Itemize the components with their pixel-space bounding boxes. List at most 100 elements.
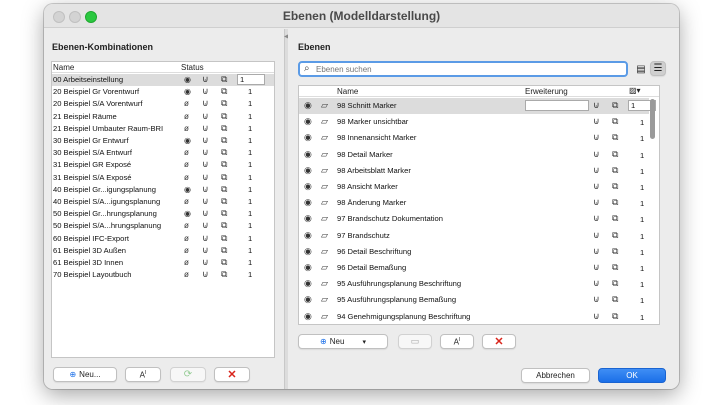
search-input[interactable] [316,64,616,75]
cancel-button[interactable]: Abbrechen [521,368,590,383]
list-item[interactable]: 50 Beispiel Gr...hrungsplanung ◉ ⊍ ⧉ 1 [52,208,274,220]
layer-mode-icon[interactable]: ▱ [321,181,328,192]
wireframe-icon[interactable]: ⧉ [612,311,618,322]
eye-off-icon[interactable]: ø [184,111,189,122]
table-row[interactable]: ◉ ▱ 98 Änderung Marker ⊍ ⧉ 1 [299,195,649,211]
table-row[interactable]: ◉ ▱ 97 Brandschutz Dokumentation ⊍ ⧉ 1 [299,211,649,227]
column-header-name[interactable]: Name [337,87,358,96]
lock-icon[interactable]: ⊍ [593,197,600,208]
list-item[interactable]: 50 Beispiel S/A...hrungsplanung ø ⊍ ⧉ 1 [52,220,274,232]
lock-icon[interactable]: ⊍ [593,132,600,143]
delete-combination-button[interactable]: ✕ [214,367,250,382]
rename-combination-button[interactable]: AI [125,367,161,382]
eye-off-icon[interactable]: ø [184,98,189,109]
wireframe-icon[interactable]: ⧉ [221,196,227,207]
lock-icon[interactable]: ⊍ [593,149,600,160]
table-row[interactable]: ◉ ▱ 95 Ausführungsplanung Beschriftung ⊍ ⧉ 1 [299,276,649,292]
wireframe-icon[interactable]: ⧉ [612,230,618,241]
wireframe-icon[interactable]: ⧉ [612,100,618,111]
eye-off-icon[interactable]: ø [184,172,189,183]
table-row[interactable]: ◉ ▱ 97 Brandschutz ⊍ ⧉ 1 [299,228,649,244]
new-layer-button[interactable]: ⊕ Neu ▾ [298,334,388,349]
list-item[interactable]: 31 Beispiel S/A Exposé ø ⊍ ⧉ 1 [52,172,274,184]
lock-icon[interactable]: ⊍ [202,86,209,97]
layer-mode-icon[interactable]: ▱ [321,116,328,127]
list-item[interactable]: 20 Beispiel S/A Vorentwurf ø ⊍ ⧉ 1 [52,98,274,110]
wireframe-icon[interactable]: ⧉ [612,132,618,143]
lock-icon[interactable]: ⊍ [202,184,209,195]
lock-icon[interactable]: ⊍ [202,135,209,146]
table-row[interactable]: ◉ ▱ 98 Ansicht Marker ⊍ ⧉ 1 [299,179,649,195]
new-combination-button[interactable]: ⊕ Neu... [53,367,117,382]
table-row[interactable]: ◉ ▱ 98 Innenansicht Marker ⊍ ⧉ 1 [299,130,649,146]
wireframe-icon[interactable]: ⧉ [612,294,618,305]
wireframe-icon[interactable]: ⧉ [221,220,227,231]
lock-icon[interactable]: ⊍ [593,294,600,305]
table-row[interactable]: ◉ ▱ 96 Detail Beschriftung ⊍ ⧉ 1 [299,244,649,260]
eye-icon[interactable]: ◉ [184,86,191,97]
intersection-group-field[interactable]: 1 [237,74,265,85]
lock-icon[interactable]: ⊍ [593,262,600,273]
wireframe-icon[interactable]: ⧉ [221,208,227,219]
layer-mode-icon[interactable]: ▱ [321,165,328,176]
wireframe-icon[interactable]: ⧉ [221,86,227,97]
wireframe-icon[interactable]: ⧉ [221,135,227,146]
layer-mode-icon[interactable]: ▱ [321,132,328,143]
lock-icon[interactable]: ⊍ [593,100,600,111]
layer-mode-icon[interactable]: ▱ [321,230,328,241]
eye-off-icon[interactable]: ø [184,123,189,134]
table-row[interactable]: ◉ ▱ 98 Schnitt Marker ⊍ ⧉ 1 [299,98,656,115]
table-row[interactable]: ◉ ▱ 98 Marker unsichtbar ⊍ ⧉ 1 [299,114,649,130]
wireframe-icon[interactable]: ⧉ [221,269,227,280]
folder-view-icon[interactable]: ▤ [634,62,648,77]
lock-icon[interactable]: ⊍ [202,147,209,158]
wireframe-icon[interactable]: ⧉ [612,278,618,289]
eye-icon[interactable]: ◉ [184,135,191,146]
layer-mode-icon[interactable]: ▱ [321,278,328,289]
eye-off-icon[interactable]: ø [184,269,189,280]
list-item[interactable]: 31 Beispiel GR Exposé ø ⊍ ⧉ 1 [52,159,274,171]
lock-icon[interactable]: ⊍ [202,159,209,170]
eye-off-icon[interactable]: ø [184,233,189,244]
lock-icon[interactable]: ⊍ [593,213,600,224]
eye-icon[interactable]: ◉ [184,74,191,85]
wireframe-icon[interactable]: ⧉ [221,233,227,244]
eye-icon[interactable]: ◉ [304,311,312,322]
list-item[interactable]: 61 Beispiel 3D Innen ø ⊍ ⧉ 1 [52,257,274,269]
lock-icon[interactable]: ⊍ [593,230,600,241]
eye-icon[interactable]: ◉ [304,294,312,305]
update-combination-button[interactable]: ⟳ [170,367,206,382]
lock-icon[interactable]: ⊍ [202,196,209,207]
wireframe-icon[interactable]: ⧉ [221,245,227,256]
wireframe-icon[interactable]: ⧉ [221,123,227,134]
vertical-scrollbar[interactable] [650,99,655,139]
list-item[interactable]: 61 Beispiel 3D Außen ø ⊍ ⧉ 1 [52,245,274,257]
eye-off-icon[interactable]: ø [184,245,189,256]
eye-off-icon[interactable]: ø [184,196,189,207]
eye-icon[interactable]: ◉ [304,100,312,111]
eye-icon[interactable]: ◉ [304,246,312,257]
pen-set-header-icon[interactable]: ▨▾ [629,86,641,95]
wireframe-icon[interactable]: ⧉ [221,257,227,268]
wireframe-icon[interactable]: ⧉ [612,197,618,208]
wireframe-icon[interactable]: ⧉ [612,165,618,176]
wireframe-icon[interactable]: ⧉ [612,213,618,224]
lock-icon[interactable]: ⊍ [202,233,209,244]
eye-off-icon[interactable]: ø [184,220,189,231]
table-row[interactable]: ◉ ▱ 98 Detail Marker ⊍ ⧉ 1 [299,147,649,163]
layer-mode-icon[interactable]: ▱ [321,262,328,273]
lock-icon[interactable]: ⊍ [593,116,600,127]
wireframe-icon[interactable]: ⧉ [612,262,618,273]
wireframe-icon[interactable]: ⧉ [612,149,618,160]
wireframe-icon[interactable]: ⧉ [221,147,227,158]
layer-mode-icon[interactable]: ▱ [321,311,328,322]
list-view-icon[interactable]: ☰ [650,61,666,76]
table-row[interactable]: ◉ ▱ 94 Genehmigungsplanung Beschriftung ⊍ ⧉ 1 [299,309,649,324]
eye-icon[interactable]: ◉ [304,181,312,192]
wireframe-icon[interactable]: ⧉ [221,111,227,122]
lock-icon[interactable]: ⊍ [202,220,209,231]
lock-icon[interactable]: ⊍ [202,245,209,256]
column-header-name[interactable]: Name [53,63,74,72]
eye-icon[interactable]: ◉ [304,165,312,176]
list-item[interactable]: 20 Beispiel Gr Vorentwurf ◉ ⊍ ⧉ 1 [52,86,274,98]
